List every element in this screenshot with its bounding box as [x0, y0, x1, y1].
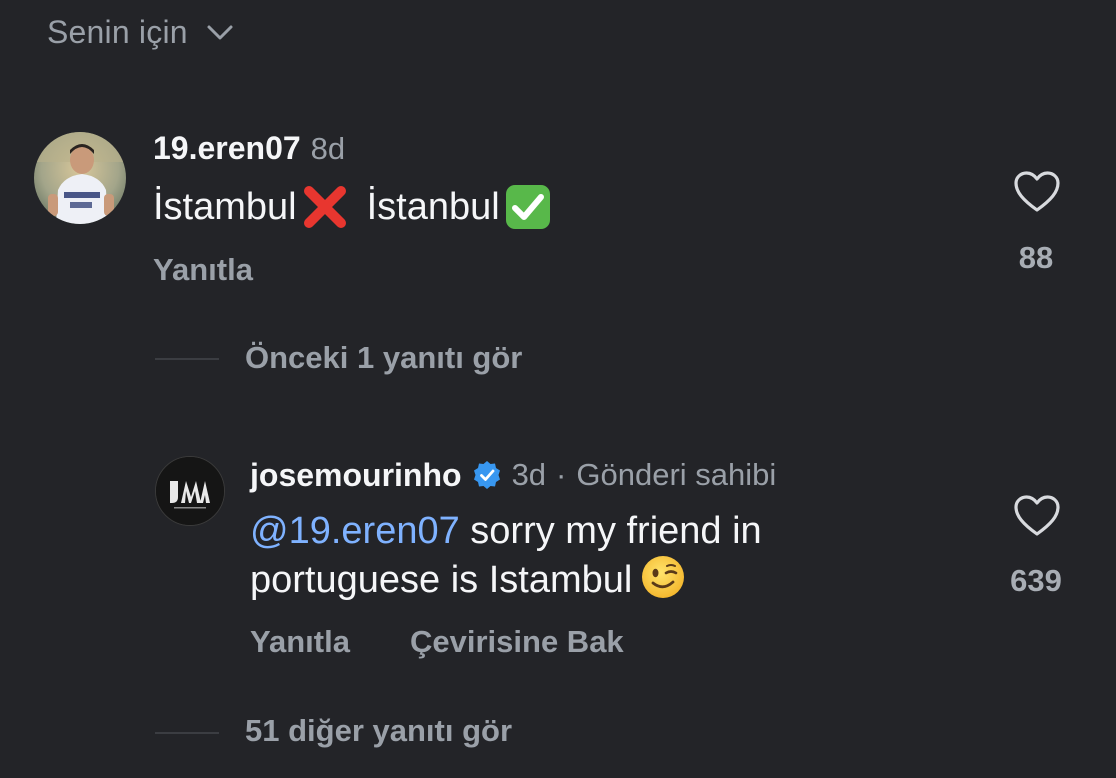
reply-button[interactable]: Yanıtla [153, 252, 253, 288]
avatar[interactable] [34, 132, 126, 224]
reply-button[interactable]: Yanıtla [250, 624, 350, 660]
avatar[interactable] [155, 456, 225, 526]
comment-time: 8d [310, 131, 346, 166]
view-more-replies-button[interactable]: 51 diğer yanıtı gör [245, 713, 512, 749]
heart-icon[interactable] [1013, 494, 1061, 538]
author-badge: Gönderi sahibi [576, 457, 777, 492]
comment-text-part: İstambul [153, 185, 297, 228]
comment-time: 3d [511, 457, 547, 492]
comment-username[interactable]: 19.eren07 [153, 130, 301, 167]
thread-divider [155, 358, 219, 360]
winking-face-emoji-icon [640, 554, 686, 600]
thread-divider [155, 732, 219, 734]
comments-screen: Senin için 19.eren07 8d İstambul İstanbu… [0, 0, 1116, 778]
sort-dropdown[interactable]: Senin için [47, 12, 236, 52]
comment-text-part: İstanbul [366, 185, 500, 228]
like-count: 639 [1010, 563, 1062, 598]
like-count: 88 [1018, 240, 1054, 275]
meta-separator: · [556, 457, 567, 492]
sort-label: Senin için [47, 13, 188, 50]
comment-text: İstambul İstanbul [153, 180, 556, 234]
view-previous-replies-button[interactable]: Önceki 1 yanıtı gör [245, 340, 522, 376]
comment-meta: josemourinho 3d · Gönderi sahibi [250, 455, 776, 495]
heart-icon[interactable] [1013, 170, 1061, 214]
cross-mark-emoji-icon [301, 183, 349, 231]
comment-meta: 19.eren07 8d [153, 130, 345, 170]
verified-badge-icon [472, 460, 502, 490]
see-translation-button[interactable]: Çevirisine Bak [410, 624, 624, 660]
comment-text: @19.eren07 sorry my friend in portuguese… [250, 508, 950, 603]
mention-link[interactable]: @19.eren07 [250, 510, 460, 552]
comment-username[interactable]: josemourinho [250, 457, 462, 494]
check-mark-emoji-icon [504, 183, 552, 231]
chevron-down-icon [204, 16, 236, 48]
